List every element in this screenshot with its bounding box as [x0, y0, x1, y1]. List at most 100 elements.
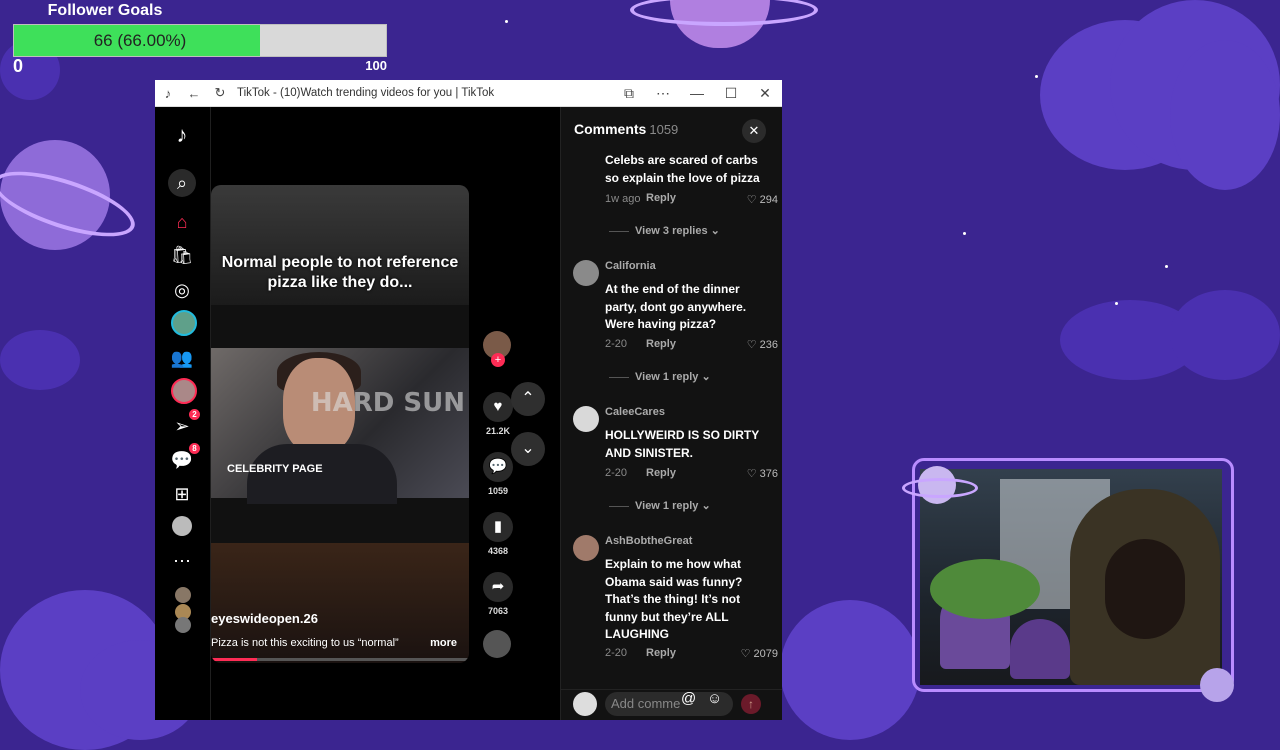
comment-like-count: 2079 [753, 648, 778, 660]
following-avatar-icon[interactable] [171, 378, 197, 404]
music-disc-icon[interactable] [483, 630, 511, 658]
view-replies-button[interactable]: View 3 replies ⌄ [609, 224, 720, 237]
activity-icon[interactable]: ➢ 2 [168, 409, 200, 440]
commenter-name[interactable]: CaleeCares [605, 406, 665, 418]
video-username[interactable]: eyeswideopen.26 [211, 611, 318, 626]
follow-plus-icon[interactable]: + [491, 353, 505, 367]
planet-ring-decoration [902, 478, 978, 498]
reply-button[interactable]: Reply [646, 192, 676, 204]
cloud-decoration [1170, 290, 1280, 380]
comments-count: 1059 [649, 122, 679, 137]
suggested-avatar-icon[interactable] [175, 587, 191, 603]
goal-progress-bar: 66 (66.00%) [13, 24, 387, 57]
minimize-button[interactable]: — [680, 85, 714, 101]
send-arrow-icon[interactable]: ↑ [741, 694, 761, 714]
reply-button[interactable]: Reply [646, 647, 676, 659]
star-decoration [1115, 302, 1118, 305]
view-replies-button[interactable]: View 1 reply ⌄ [609, 370, 711, 383]
profile-avatar-icon[interactable] [172, 516, 192, 536]
goal-title: Follower Goals [47, 2, 163, 19]
planet-ring-decoration [630, 0, 818, 26]
live-avatar-icon[interactable] [171, 310, 197, 336]
creator-avatar[interactable]: + [483, 331, 513, 367]
heart-outline-icon[interactable]: ♡ [747, 339, 757, 351]
more-button[interactable]: more [430, 637, 457, 649]
save-action[interactable]: ▮ 4368 [483, 512, 513, 556]
comment-text: Celebs are scared of carbs so explain th… [605, 153, 760, 185]
share-count: 7063 [487, 606, 509, 616]
video-progress-bar[interactable] [211, 658, 469, 661]
commenter-avatar[interactable] [573, 406, 599, 432]
video-feed: Normal people to not reference pizza lik… [211, 107, 559, 720]
suggested-avatar-icon[interactable] [175, 617, 191, 633]
messages-icon[interactable]: 💬 8 [168, 443, 200, 474]
activity-badge: 2 [189, 409, 200, 420]
tiktok-app-icon: ♪ [164, 85, 172, 101]
shop-icon[interactable]: 🛍 [168, 241, 196, 269]
commenter-avatar[interactable] [573, 260, 599, 286]
comment-text: Explain to me how what Obama said was fu… [605, 557, 743, 641]
video-player[interactable]: Normal people to not reference pizza lik… [211, 185, 469, 663]
friends-icon[interactable]: 👥 [168, 344, 196, 372]
comment-time: 2-20 [605, 467, 628, 479]
commenter-name[interactable]: AshBobtheGreat [605, 535, 692, 547]
heart-icon[interactable]: ♥ [483, 392, 513, 422]
upload-icon[interactable]: ⊞ [168, 480, 196, 508]
reply-button[interactable]: Reply [646, 467, 676, 479]
plant-leaves [930, 559, 1040, 619]
refresh-icon[interactable]: ↻ [207, 85, 233, 101]
back-arrow-icon[interactable]: ← [181, 86, 207, 101]
close-comments-button[interactable]: ✕ [742, 119, 766, 143]
comment-likes[interactable]: ♡ 236 [747, 338, 778, 351]
comments-header: Comments 1059 [574, 121, 678, 137]
music-disc[interactable] [483, 630, 513, 658]
previous-video-button[interactable]: ⌃ [511, 382, 545, 416]
tiktok-logo-icon[interactable]: ♪ [168, 121, 196, 149]
app-available-icon[interactable]: ⧉ [612, 85, 646, 102]
view-replies-label: View 1 reply [635, 500, 699, 512]
view-replies-label: View 1 reply [635, 371, 699, 383]
heart-outline-icon[interactable]: ♡ [747, 194, 757, 206]
cloud-decoration [1170, 40, 1280, 190]
heart-outline-icon[interactable]: ♡ [741, 648, 751, 660]
comment-likes[interactable]: ♡ 294 [747, 193, 778, 206]
like-count: 21.2K [485, 426, 511, 436]
comment-likes[interactable]: ♡ 2079 [741, 647, 778, 660]
commenter-name[interactable]: California [605, 260, 656, 272]
more-options-icon[interactable]: ⋯ [646, 85, 680, 102]
like-action[interactable]: ♥ 21.2K [483, 392, 513, 436]
cloud-decoration [0, 330, 80, 390]
window-title: TikTok - (10)Watch trending videos for y… [237, 87, 495, 99]
maximize-button[interactable]: ☐ [714, 85, 748, 102]
comment-like-count: 236 [759, 339, 778, 351]
next-video-button[interactable]: ⌄ [511, 432, 545, 466]
comment-action[interactable]: 💬 1059 [483, 452, 513, 496]
planet-decoration [1200, 668, 1234, 702]
title-bar: ♪ ← ↻ TikTok - (10)Watch trending videos… [155, 80, 782, 107]
heart-outline-icon[interactable]: ♡ [747, 468, 757, 480]
close-window-button[interactable]: ✕ [748, 85, 782, 102]
browser-window: ♪ ← ↻ TikTok - (10)Watch trending videos… [155, 80, 782, 720]
view-replies-button[interactable]: View 1 reply ⌄ [609, 499, 711, 512]
share-icon[interactable]: ➦ [483, 572, 513, 602]
comment-likes[interactable]: ♡ 376 [747, 467, 778, 480]
bookmark-icon[interactable]: ▮ [483, 512, 513, 542]
explore-compass-icon[interactable]: ◎ [168, 276, 196, 304]
comments-title: Comments [574, 121, 647, 137]
comment-time: 2-20 [605, 338, 628, 350]
comments-panel: Comments 1059 ✕ Celebs are scared of carb… [560, 107, 782, 720]
home-icon[interactable]: ⌂ [168, 208, 196, 236]
more-icon[interactable]: ⋯ [168, 547, 196, 575]
mention-at-icon[interactable]: @ [681, 690, 696, 707]
search-icon[interactable]: ⌕ [168, 169, 196, 197]
background-sign-text: HARD SUN [310, 388, 465, 418]
emoji-icon[interactable]: ☺ [707, 690, 722, 707]
star-decoration [505, 20, 508, 23]
comment-input-bar: Add comme @ ☺ ↑ [561, 689, 782, 720]
reply-button[interactable]: Reply [646, 338, 676, 350]
plant-pot [1010, 619, 1070, 679]
commenter-avatar[interactable] [573, 535, 599, 561]
video-still-image: HARD SUN CELEBRITY PAGE [211, 348, 469, 504]
share-action[interactable]: ➦ 7063 [483, 572, 513, 616]
comment-icon[interactable]: 💬 [483, 452, 513, 482]
